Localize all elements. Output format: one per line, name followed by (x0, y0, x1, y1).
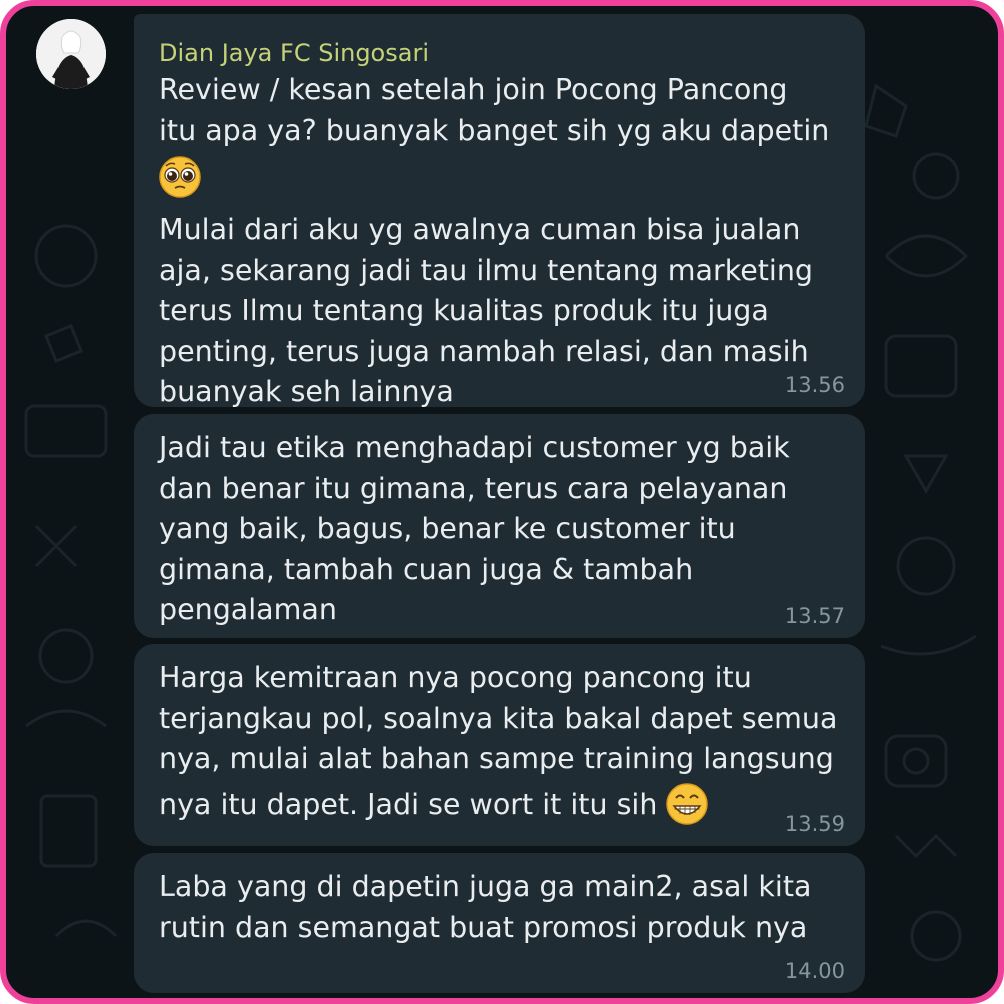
message-text: Review / kesan setelah join Pocong Panco… (159, 73, 830, 147)
message-timestamp: 13.59 (784, 812, 845, 836)
grinning-face-icon (661, 783, 709, 828)
message-timestamp: 13.56 (784, 373, 845, 397)
message-text: Jadi tau etika menghadapi customer yg ba… (159, 431, 790, 626)
screenshot-frame: Dian Jaya FC Singosari Review / kesan se… (0, 0, 1004, 1004)
message-text: Harga kemitraan nya pocong pancong itu t… (159, 661, 838, 775)
message-text: Laba yang di dapetin juga ga main2, asal… (159, 870, 812, 944)
message-text-last-line: nya itu dapet. Jadi se wort it itu sih (159, 783, 709, 828)
message-bubble[interactable]: Harga kemitraan nya pocong pancong itu t… (134, 644, 865, 846)
message-text: Mulai dari aku yg awalnya cuman bisa jua… (159, 213, 813, 408)
sender-name[interactable]: Dian Jaya FC Singosari (159, 39, 429, 67)
sender-avatar[interactable] (36, 19, 106, 89)
message-text: nya itu dapet. Jadi se wort it itu sih (159, 788, 658, 821)
message-bubble[interactable]: Laba yang di dapetin juga ga main2, asal… (134, 853, 865, 993)
message-timestamp: 14.00 (784, 959, 845, 983)
avatar-photo (36, 19, 106, 89)
message-bubble[interactable]: Dian Jaya FC Singosari Review / kesan se… (134, 14, 865, 408)
pleading-face-icon (158, 155, 202, 199)
message-bubble[interactable]: Jadi tau etika menghadapi customer yg ba… (134, 414, 865, 638)
message-timestamp: 13.57 (784, 604, 845, 628)
